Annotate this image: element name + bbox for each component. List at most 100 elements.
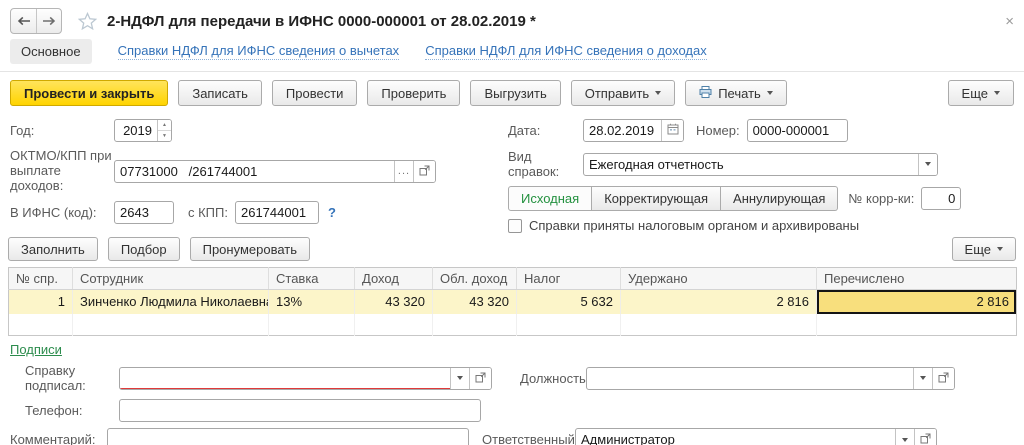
col-header-taxable-income[interactable]: Обл. доход [433,268,517,290]
table-row: 1 Зинченко Людмила Николаевна 13% 43 320… [9,290,1017,314]
oktmo-value[interactable]: 07731000 /261744001 [115,161,394,182]
date-field[interactable]: 28.02.2019 [583,119,684,142]
dropdown-button[interactable] [913,368,932,389]
cell-tax[interactable]: 5 632 [517,290,621,314]
signatures-group-link[interactable]: Подписи [10,342,62,357]
archived-checkbox[interactable] [508,219,522,233]
ellipsis-button[interactable]: ... [394,161,413,182]
check-button[interactable]: Проверить [367,80,460,106]
kind-combobox[interactable]: Ежегодная отчетность [583,153,938,176]
phone-field[interactable] [119,399,481,422]
post-button[interactable]: Провести [272,80,358,106]
comment-field[interactable] [107,428,469,445]
pick-button[interactable]: Подбор [108,237,180,261]
caret-down-icon [925,162,931,166]
save-button[interactable]: Записать [178,80,262,106]
dropdown-button[interactable] [918,154,937,175]
forward-button[interactable] [36,9,61,33]
cell-number[interactable]: 1 [9,290,73,314]
correction-number-field[interactable]: 0 [921,187,961,210]
col-header-employee[interactable]: Сотрудник [73,268,269,290]
archived-checkbox-label: Справки приняты налоговым органом и архи… [529,218,859,233]
type-original-button[interactable]: Исходная [508,186,592,211]
cell-employee[interactable]: Зинченко Людмила Николаевна [73,290,269,314]
send-button[interactable]: Отправить [571,80,675,106]
print-button[interactable]: Печать [685,80,787,106]
more-button-table[interactable]: Еще [952,237,1016,261]
col-header-transferred[interactable]: Перечислено [817,268,1017,290]
comment-value[interactable] [108,429,468,445]
responsible-value[interactable]: Администратор [576,429,895,445]
col-header-number[interactable]: № спр. [9,268,73,290]
correction-number-label: № корр-ки: [848,191,914,206]
export-label: Выгрузить [484,86,546,101]
dropdown-button[interactable] [895,429,914,445]
open-button[interactable] [932,368,954,389]
caret-down-icon [767,91,773,95]
caret-down-icon [994,91,1000,95]
col-header-income[interactable]: Доход [355,268,433,290]
kpp-value[interactable]: 261744001 [236,202,318,223]
dropdown-button[interactable] [450,368,469,389]
kind-value[interactable]: Ежегодная отчетность [584,154,918,175]
ellipsis-icon: ... [398,165,410,177]
renumber-button[interactable]: Пронумеровать [190,237,310,261]
col-header-rate[interactable]: Ставка [269,268,355,290]
open-button[interactable] [469,368,491,389]
send-label: Отправить [585,86,649,101]
more-button-top[interactable]: Еще [948,80,1014,106]
col-header-withheld[interactable]: Удержано [621,268,817,290]
tab-link-deductions[interactable]: Справки НДФЛ для ИФНС сведения о вычетах [118,43,400,60]
favorite-star-icon[interactable] [78,12,97,30]
oktmo-label: ОКТМО/КПП при выплате доходов: [10,149,114,194]
position-combobox[interactable] [586,367,955,390]
cell-taxable-income[interactable]: 43 320 [433,290,517,314]
open-button[interactable] [413,161,435,182]
kpp-field[interactable]: 261744001 [235,201,319,224]
correction-number-value[interactable]: 0 [922,188,960,209]
pick-label: Подбор [121,242,167,257]
cell-income[interactable]: 43 320 [355,290,433,314]
col-header-tax[interactable]: Налог [517,268,621,290]
type-correcting-button[interactable]: Корректирующая [592,186,721,211]
type-annulling-button[interactable]: Аннулирующая [721,186,838,211]
number-value[interactable]: 0000-000001 [748,120,847,141]
post-and-close-button[interactable]: Провести и закрыть [10,80,168,106]
caret-down-icon [655,91,661,95]
tab-main[interactable]: Основное [10,39,92,64]
cell-transferred-selected[interactable]: 2 816 [817,290,1017,314]
signer-value[interactable] [120,368,450,389]
header-fields: Год: 2019 ▲ ▼ ОКТМО/КПП при выплате дохо… [0,114,1024,233]
tab-link-incomes[interactable]: Справки НДФЛ для ИФНС сведения о доходах [425,43,707,60]
year-value[interactable]: 2019 [115,120,157,141]
spin-down-icon[interactable]: ▼ [158,130,171,141]
phone-value[interactable] [120,400,480,421]
open-icon [920,432,931,445]
table-empty-row[interactable] [9,314,1017,336]
cell-withheld[interactable]: 2 816 [621,290,817,314]
open-button[interactable] [914,429,936,445]
fill-button[interactable]: Заполнить [8,237,98,261]
signer-combobox[interactable] [119,367,492,390]
date-value[interactable]: 28.02.2019 [584,120,661,141]
number-field[interactable]: 0000-000001 [747,119,848,142]
fill-label: Заполнить [21,242,85,257]
cell-rate[interactable]: 13% [269,290,355,314]
back-button[interactable] [11,9,36,33]
kpp-label: с КПП: [188,205,228,220]
help-link[interactable]: ? [328,205,336,220]
open-icon [938,371,949,386]
spin-up-icon[interactable]: ▲ [158,120,171,130]
responsible-combobox[interactable]: Администратор [575,428,937,445]
close-icon[interactable]: × [1005,14,1014,29]
calendar-button[interactable] [661,120,683,141]
year-field[interactable]: 2019 ▲ ▼ [114,119,172,142]
signer-label: Справку подписал: [25,363,119,393]
position-value[interactable] [587,368,913,389]
oktmo-field[interactable]: 07731000 /261744001 ... [114,160,436,183]
export-button[interactable]: Выгрузить [470,80,560,106]
table-header-row: № спр. Сотрудник Ставка Доход Обл. доход… [9,268,1017,290]
save-label: Записать [192,86,248,101]
ifns-field[interactable]: 2643 [114,201,174,224]
ifns-value[interactable]: 2643 [115,202,173,223]
